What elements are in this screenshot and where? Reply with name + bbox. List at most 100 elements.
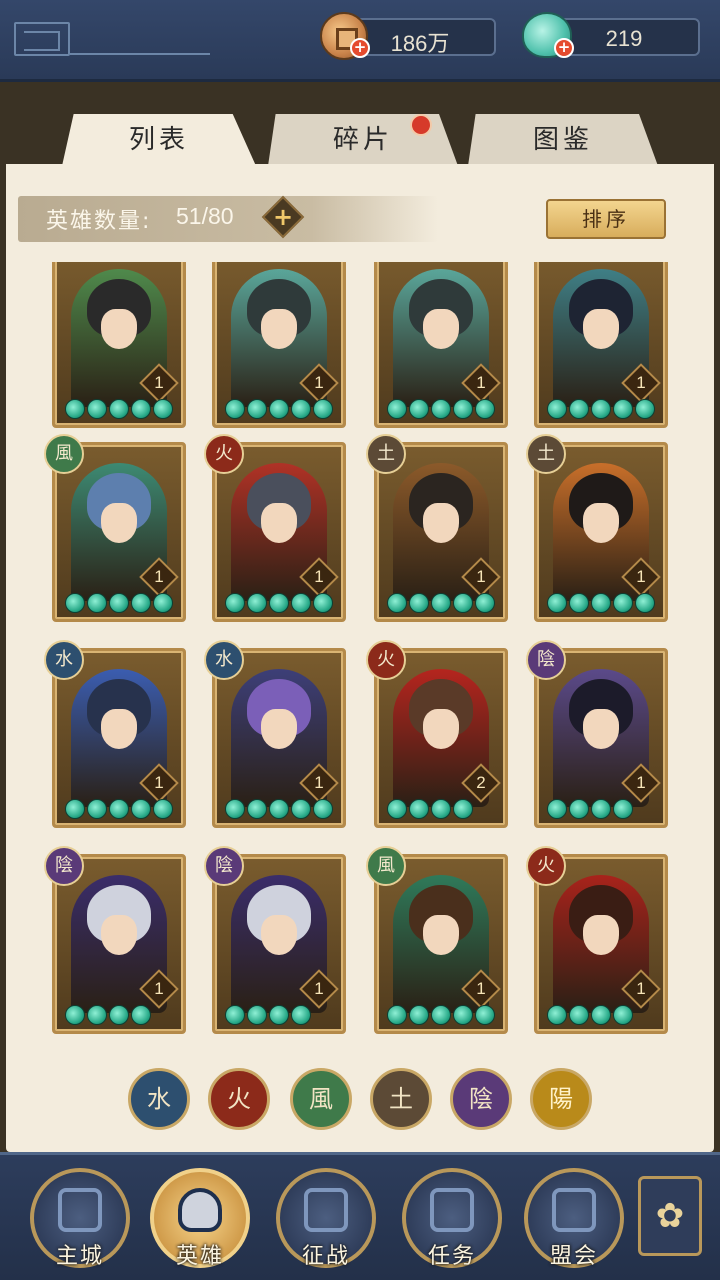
jade-star-icon [153,593,173,613]
hero-element-badge: 陰 [44,846,84,886]
hero-level: 2 [476,773,486,792]
jade-star-icon [313,799,333,819]
hero-count-label: 英雄数量: [46,209,152,234]
nav-heroes-icon [178,1188,222,1232]
hero-level: 1 [636,773,646,792]
jade-star-icon [87,593,107,613]
decorative-pattern-icon [14,22,70,56]
jade-star-icon [431,1005,451,1025]
jade-star-icon [225,1005,245,1025]
element-filter-button[interactable]: 風 [290,1068,352,1130]
jade-star-icon [131,399,151,419]
hero-grid: 1 1 1 1 1 風 1 火 1 土 1 土 1 水 1 水 2 火 1 陰 1 陰 1 陰 1 風 1 火 [30,262,690,1047]
hero-face [583,915,619,955]
hero-stars [547,1005,633,1027]
add-coin-button[interactable]: + [350,38,370,58]
jade-star-icon [569,799,589,819]
hero-face [261,503,297,543]
element-filter-button[interactable]: 土 [370,1068,432,1130]
nav-campaign-icon [304,1188,348,1232]
jade-star-icon [131,1005,151,1025]
jade-star-icon [313,593,333,613]
hero-element-badge: 風 [366,846,406,886]
hero-face [261,709,297,749]
jade-star-icon [225,799,245,819]
jade-star-icon [65,799,85,819]
sort-button[interactable]: 排序 [546,199,666,239]
jade-star-icon [131,593,151,613]
jade-star-icon [569,593,589,613]
hero-stars [387,1005,495,1027]
nav-alliance-label: 盟会 [549,1244,598,1269]
hero-level: 1 [314,567,324,586]
hero-element-badge: 火 [366,640,406,680]
add-jade-button[interactable]: + [554,38,574,58]
hero-stars [387,799,473,821]
jade-star-icon [247,593,267,613]
jade-star-icon [225,399,245,419]
jade-star-icon [547,593,567,613]
hero-card[interactable]: 1 [534,262,668,428]
flower-menu-icon[interactable]: ✿ [638,1176,702,1256]
element-filter-button[interactable]: 火 [208,1068,270,1130]
hero-element-badge: 火 [526,846,566,886]
element-filter-button[interactable]: 陽 [530,1068,592,1130]
jade-star-icon [87,799,107,819]
element-filter-button[interactable]: 水 [128,1068,190,1130]
jade-star-icon [65,593,85,613]
jade-star-icon [291,399,311,419]
jade-star-icon [225,593,245,613]
hero-card[interactable]: 1 [52,262,186,428]
hero-card[interactable]: 1 [374,262,508,428]
jade-star-icon [109,799,129,819]
hero-count-value: 51/80 [176,203,234,229]
hero-stars [547,799,633,821]
jade-star-icon [613,399,633,419]
jade-star-icon [431,399,451,419]
jade-star-icon [65,399,85,419]
jade-star-icon [453,593,473,613]
hero-element-badge: 土 [366,434,406,474]
hero-face [583,503,619,543]
nav-main-city-label: 主城 [55,1244,104,1269]
hero-face [101,709,137,749]
jade-star-icon [431,593,451,613]
hero-stars [225,399,333,421]
hero-stars [65,1005,151,1027]
hero-element-badge: 火 [204,434,244,474]
hero-level: 1 [314,773,324,792]
jade-star-icon [453,1005,473,1025]
nav-quests-label: 任务 [427,1244,476,1269]
hero-level: 1 [476,567,486,586]
jade-star-icon [247,399,267,419]
jade-star-icon [87,1005,107,1025]
hero-face [261,915,297,955]
jade-star-icon [453,799,473,819]
hero-level: 1 [636,567,646,586]
tab-codex[interactable]: 图鉴 [468,114,658,166]
jade-star-icon [591,799,611,819]
hero-stars [225,799,333,821]
hero-element-badge: 陰 [204,846,244,886]
jade-star-icon [387,1005,407,1025]
element-filter-button[interactable]: 陰 [450,1068,512,1130]
jade-star-icon [291,1005,311,1025]
jade-star-icon [387,799,407,819]
jade-star-icon [291,799,311,819]
notification-dot [410,114,432,136]
hero-level: 1 [314,373,324,392]
tab-list[interactable]: 列表 [62,114,256,166]
jade-star-icon [453,399,473,419]
hero-element-badge: 陰 [526,640,566,680]
hero-element-badge: 水 [204,640,244,680]
jade-star-icon [635,593,655,613]
hero-card[interactable]: 1 [212,262,346,428]
nav-heroes-label: 英雄 [175,1244,224,1269]
jade-star-icon [153,399,173,419]
jade-star-icon [409,1005,429,1025]
jade-star-icon [109,1005,129,1025]
plus-icon: + [272,203,294,231]
jade-star-icon [269,399,289,419]
nav-quests-icon [430,1188,474,1232]
jade-star-icon [313,399,333,419]
